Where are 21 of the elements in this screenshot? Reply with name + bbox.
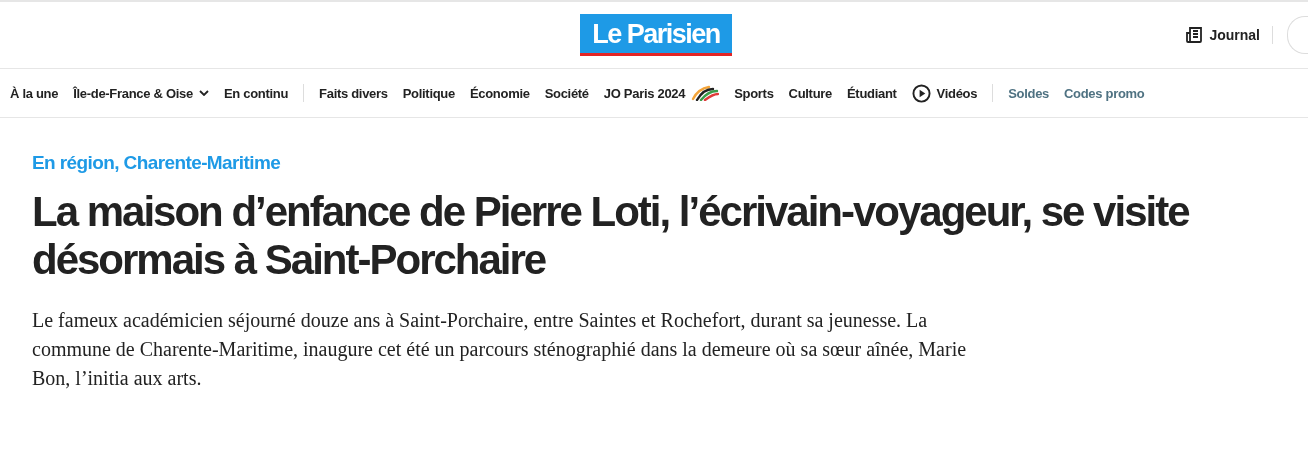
nav-link[interactable]: Codes promo (1064, 85, 1145, 101)
nav-link[interactable]: Culture (788, 85, 832, 101)
nav-link[interactable]: Politique (402, 85, 455, 101)
nav-link[interactable]: Soldes (1008, 85, 1049, 101)
nav-dropdown[interactable]: Île-de-France & Oise (73, 85, 209, 101)
flame-stripes-icon (691, 85, 720, 101)
nav-link[interactable]: À la une (10, 85, 59, 101)
nav-link[interactable]: En continu (223, 85, 289, 101)
nav-link[interactable]: Économie (469, 85, 530, 101)
newspaper-icon (1185, 26, 1204, 44)
nav-link[interactable]: JO Paris 2024 (603, 85, 720, 101)
journal-link[interactable]: Journal (1185, 26, 1273, 44)
nav-link[interactable]: Faits divers (319, 85, 388, 101)
nav-link[interactable]: Vidéos (911, 83, 978, 103)
headline: La maison d’enfance de Pierre Loti, l’écrivain-voyageur, se visite désormais à Saint-Porchaire (32, 188, 1190, 284)
nav-link[interactable]: Société (544, 85, 589, 101)
nav-link[interactable]: Étudiant (847, 85, 897, 101)
lead-paragraph: Le fameux académicien séjourné douze ans à Saint-Porchaire, entre Saintes et Rochefort, durant sa jeunesse. La commune de Charente-Maritime, inaugure cet été un parcours sténographié dans la demeure où sa sœur aînée, Marie Bon, l’initia aux arts. (32, 308, 968, 391)
chevron-down-icon (198, 90, 209, 96)
nav-link[interactable]: Sports (734, 85, 774, 101)
play-icon (911, 83, 931, 103)
